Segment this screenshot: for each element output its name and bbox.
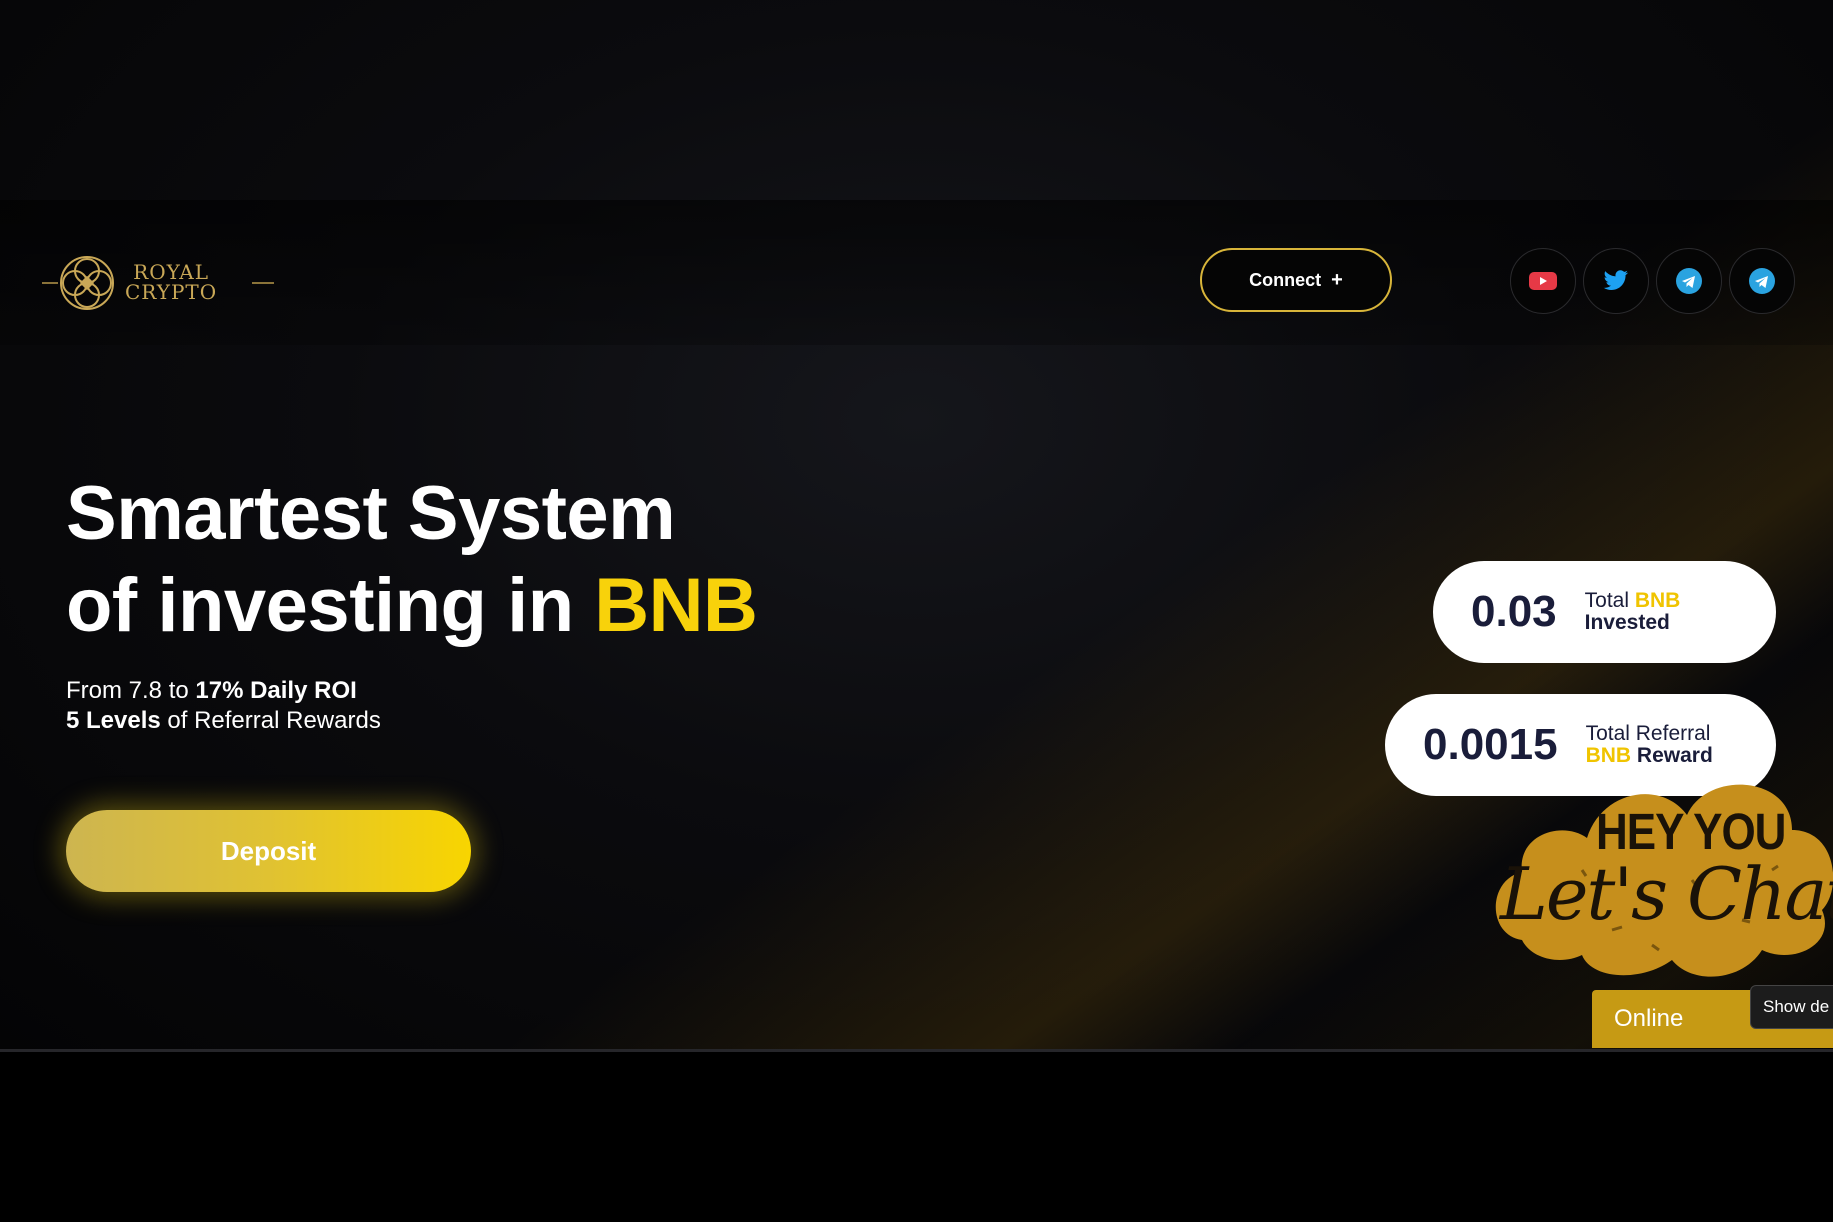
youtube-button[interactable] [1510,248,1576,314]
telegram-button-1[interactable] [1656,248,1722,314]
roi-line: From 7.8 to 17% Daily ROI [66,676,381,706]
referral-bold: 5 Levels [66,707,161,734]
telegram-button-2[interactable] [1729,248,1795,314]
connect-button[interactable]: Connect + [1200,248,1392,312]
telegram-icon [1749,268,1775,294]
logo-line-2: CRYPTO [125,280,218,304]
invested-label-plain: Total [1584,589,1629,612]
connect-label: Connect [1249,269,1322,290]
referral-suffix: of Referral Rewards [160,707,381,734]
hero-divider [0,1049,1833,1052]
chat-tooltip: Show de [1750,985,1833,1029]
twitter-button[interactable] [1583,248,1649,314]
chat-script[interactable]: Let's Chat [1500,852,1833,936]
logo-emblem-icon [42,256,114,310]
plus-icon: + [1331,268,1343,291]
headline-line-1: Smartest System [66,471,676,556]
roi-bold: 17% Daily ROI [195,677,357,704]
total-invested-card: 0.03 Total BNB Invested [1433,561,1776,663]
youtube-icon [1529,272,1557,290]
referral-label-plain: Total Referral [1585,722,1711,745]
hero-headline: Smartest System of investing in BNB [66,468,758,652]
deposit-button[interactable]: Deposit [66,810,471,892]
roi-prefix: From 7.8 to [66,677,196,704]
headline-accent: BNB [594,563,758,648]
total-invested-label: Total BNB Invested [1585,590,1681,634]
royal-crypto-logo[interactable]: ROYAL CRYPTO [40,252,274,314]
logo-line-1: ROYAL [133,260,209,284]
twitter-icon [1603,270,1629,290]
referral-line: 5 Levels of Referral Rewards [66,706,381,736]
invested-label-yellow: BNB [1634,589,1681,612]
chat-status-label: Online [1614,1005,1684,1032]
logo-dash-icon [252,282,274,284]
total-invested-value: 0.03 [1471,587,1557,636]
invested-label-bold: Invested [1584,611,1670,634]
telegram-icon [1676,268,1702,294]
logo-wordmark: ROYAL CRYPTO [125,262,217,302]
hero-subline: From 7.8 to 17% Daily ROI 5 Levels of Re… [66,676,381,736]
headline-line-2-prefix: of investing in [66,563,595,648]
